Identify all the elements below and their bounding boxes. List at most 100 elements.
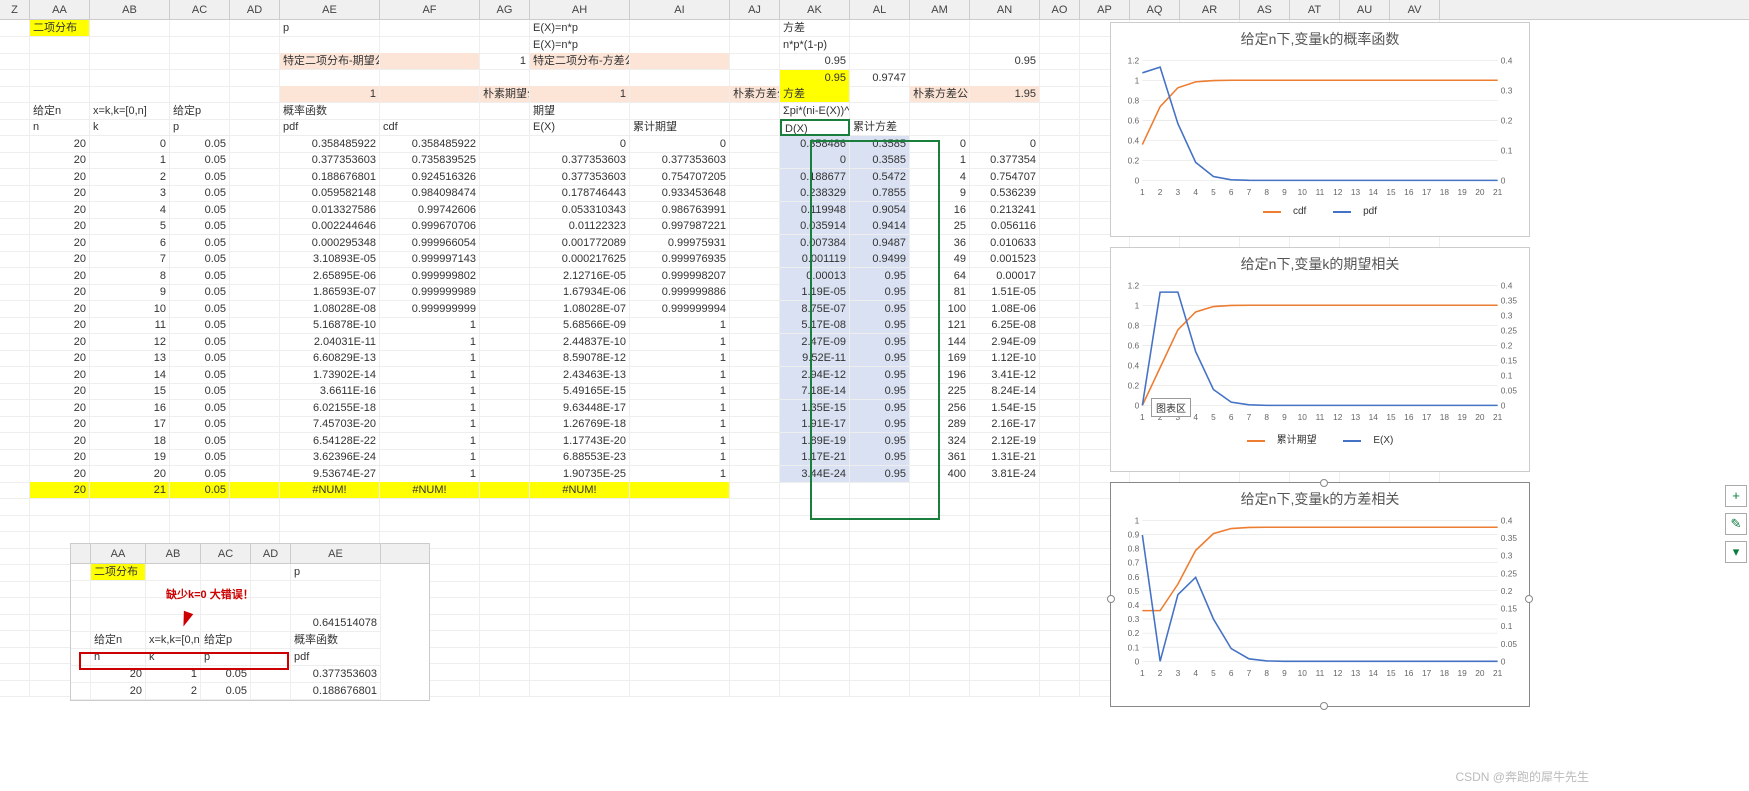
col-header-AB[interactable]: AB	[90, 0, 170, 19]
label-given-n[interactable]: 给定n	[30, 103, 90, 120]
cell-cex[interactable]: 1	[630, 317, 730, 334]
cell[interactable]	[0, 433, 30, 450]
cell[interactable]	[480, 317, 530, 334]
cell[interactable]	[1040, 449, 1080, 466]
cell[interactable]	[480, 581, 530, 598]
cell-cdf[interactable]: 0.358485922	[380, 136, 480, 153]
cell-cvar[interactable]: 0.95	[850, 383, 910, 400]
cell[interactable]	[730, 367, 780, 384]
cell-an[interactable]: 1.54E-15	[970, 400, 1040, 417]
cell[interactable]	[230, 136, 280, 153]
cell[interactable]	[730, 152, 780, 169]
cell[interactable]	[850, 103, 910, 120]
cell-k[interactable]: 6	[90, 235, 170, 252]
cell[interactable]	[230, 301, 280, 318]
cell-ex[interactable]: 5.68566E-09	[530, 317, 630, 334]
cell-pdf[interactable]: 3.62396E-24	[280, 449, 380, 466]
cell[interactable]	[0, 367, 30, 384]
cell-pdf[interactable]: 7.45703E-20	[280, 416, 380, 433]
cell[interactable]	[90, 86, 170, 103]
cell-k[interactable]: 9	[90, 284, 170, 301]
cell[interactable]	[970, 598, 1040, 615]
hdr-ex[interactable]: E(X)	[530, 119, 630, 136]
cell-dx[interactable]: 2.47E-09	[780, 334, 850, 351]
cell[interactable]	[230, 185, 280, 202]
cell-pdf[interactable]: 0.358485922	[280, 136, 380, 153]
cell[interactable]	[630, 482, 730, 499]
cell[interactable]	[170, 53, 230, 70]
cell[interactable]	[730, 614, 780, 631]
cell[interactable]	[230, 466, 280, 483]
cell-dx[interactable]: 1.35E-15	[780, 400, 850, 417]
chart-add-button[interactable]: +	[1725, 485, 1747, 507]
cell-dx[interactable]: 0.188677	[780, 169, 850, 186]
label-ex[interactable]: E(X)=n*p	[530, 20, 630, 37]
col-header-AO[interactable]: AO	[1040, 0, 1080, 19]
cell-ex[interactable]: 0.001772089	[530, 235, 630, 252]
cell-ex[interactable]: 8.59078E-12	[530, 350, 630, 367]
cell-n[interactable]: 20	[30, 482, 90, 499]
cell-ex[interactable]: 2.44837E-10	[530, 334, 630, 351]
cell-cex[interactable]: 1	[630, 449, 730, 466]
cell[interactable]	[480, 284, 530, 301]
cell-p[interactable]: 0.05	[170, 268, 230, 285]
cell-am[interactable]: 196	[910, 367, 970, 384]
hdr-k[interactable]: k	[90, 119, 170, 136]
cell[interactable]	[730, 631, 780, 648]
cell-am[interactable]: 4	[910, 169, 970, 186]
cell[interactable]	[230, 416, 280, 433]
cell-cex[interactable]: 1	[630, 433, 730, 450]
cell[interactable]	[0, 317, 30, 334]
cell-p[interactable]: 0.05	[170, 350, 230, 367]
cell-pdf[interactable]: 0.002244646	[280, 218, 380, 235]
cell[interactable]	[0, 548, 30, 565]
cell[interactable]	[230, 218, 280, 235]
cell[interactable]	[30, 515, 90, 532]
cell-cvar[interactable]: 0.3585	[850, 136, 910, 153]
cell-cdf[interactable]: 1	[380, 383, 480, 400]
cell-n[interactable]: 20	[30, 268, 90, 285]
cell-k[interactable]: 5	[90, 218, 170, 235]
cell-pdf[interactable]: 1.08028E-08	[280, 301, 380, 318]
cell-cdf[interactable]: 1	[380, 433, 480, 450]
cell[interactable]	[480, 515, 530, 532]
label-var2[interactable]: 方差	[780, 86, 850, 103]
cell-p[interactable]: 0.05	[170, 202, 230, 219]
cell-cdf[interactable]: 0.735839525	[380, 152, 480, 169]
cell-cvar[interactable]: 0.95	[850, 367, 910, 384]
label-var[interactable]: 方差	[780, 20, 850, 37]
cell[interactable]	[730, 317, 780, 334]
label-ex-formula[interactable]: E(X)=n*p	[530, 37, 630, 54]
cell[interactable]	[850, 581, 910, 598]
cell-cvar[interactable]: 0.95	[850, 449, 910, 466]
cell[interactable]	[530, 664, 630, 681]
cell-p[interactable]: 0.05	[170, 152, 230, 169]
cell-p[interactable]: 0.05	[170, 433, 230, 450]
cell[interactable]	[730, 103, 780, 120]
cell[interactable]	[530, 614, 630, 631]
cell[interactable]	[1040, 515, 1080, 532]
cell-an[interactable]: 0.377354	[970, 152, 1040, 169]
cell-k[interactable]: 14	[90, 367, 170, 384]
cell-p[interactable]: 0.05	[170, 482, 230, 499]
cell-ex[interactable]: 1.67934E-06	[530, 284, 630, 301]
cell[interactable]	[1040, 37, 1080, 54]
cell-cex[interactable]: 1	[630, 416, 730, 433]
cell[interactable]	[1040, 532, 1080, 549]
cell-ex[interactable]: 1.90735E-25	[530, 466, 630, 483]
cell[interactable]	[530, 647, 630, 664]
cell[interactable]	[730, 664, 780, 681]
col-header-AE[interactable]: AE	[280, 0, 380, 19]
cell[interactable]	[0, 466, 30, 483]
cell[interactable]	[970, 614, 1040, 631]
hdr-cum-var[interactable]: 累计方差	[850, 119, 910, 136]
cell-k[interactable]: 1	[90, 152, 170, 169]
cell-cvar[interactable]: 0.9499	[850, 251, 910, 268]
cell[interactable]	[230, 515, 280, 532]
cell[interactable]	[480, 235, 530, 252]
cell[interactable]	[480, 631, 530, 648]
cell[interactable]	[730, 598, 780, 615]
cell-k[interactable]: 3	[90, 185, 170, 202]
cell[interactable]	[970, 631, 1040, 648]
cell[interactable]	[530, 598, 630, 615]
